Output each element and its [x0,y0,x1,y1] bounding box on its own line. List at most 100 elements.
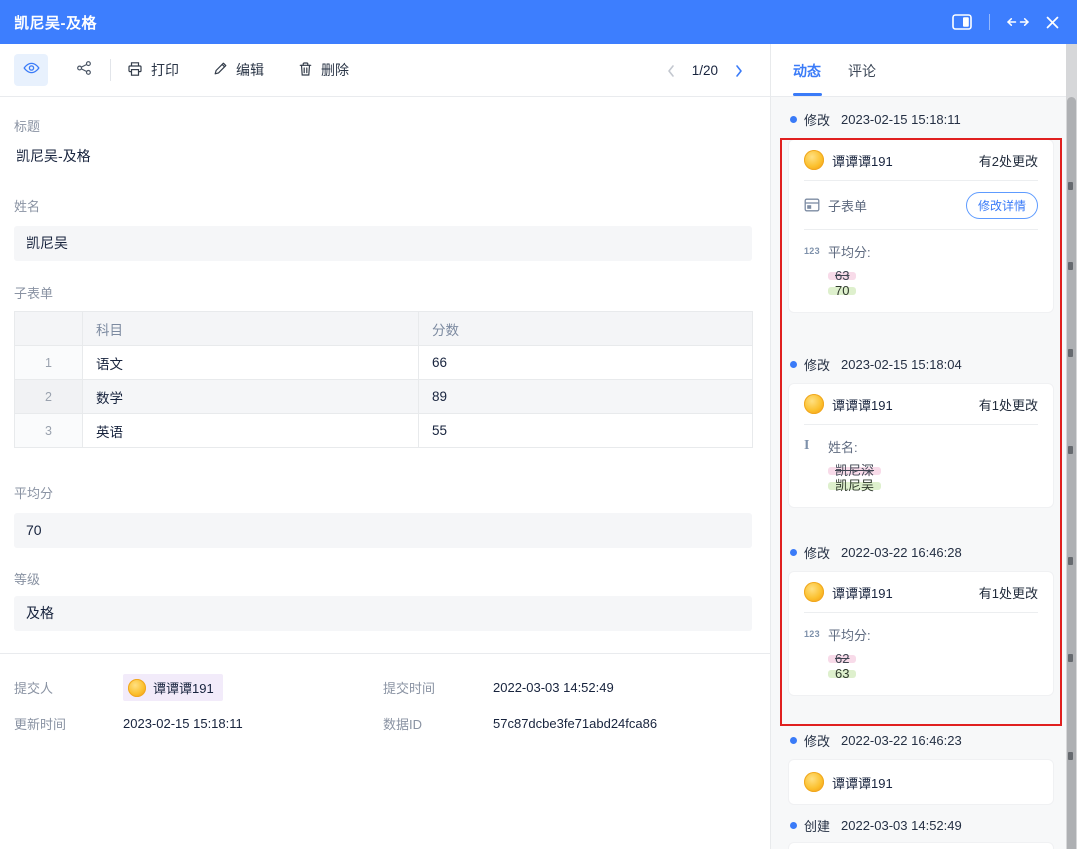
timeline-card: 谭谭谭191 有1处更改 I 姓名: 凯尼深 凯尼吴 [788,383,1054,508]
submit-time-label: 提交时间 [383,678,493,697]
subject-cell: 数学 [83,380,419,414]
next-record-chevron-icon[interactable] [734,64,744,78]
eye-icon [23,60,40,81]
row-index: 2 [15,380,83,414]
avatar [128,679,146,697]
tab-activity[interactable]: 动态 [793,61,821,81]
record-meta: 提交人 谭谭谭191 提交时间 2022-03-03 14:52:49 更新时间… [14,654,752,733]
timeline-action: 创建 [804,816,830,835]
clipped-edge-fragment [1068,557,1073,565]
score-cell: 55 [419,414,753,448]
title-field-label: 标题 [14,116,752,135]
record-toolbar: 打印 编辑 删除 1/20 [0,44,770,97]
share-button[interactable] [76,60,92,81]
preview-button[interactable] [14,54,48,86]
changed-field-name: 姓名: [828,437,1038,456]
name-field-label: 姓名 [14,196,752,215]
active-tab-underline [793,93,822,96]
avatar [804,772,824,792]
edit-label: 编辑 [236,60,264,80]
timeline-dot [790,737,797,744]
print-button[interactable]: 打印 [127,60,179,80]
clipped-edge-fragment [1068,262,1073,270]
toggle-side-panel-icon[interactable] [952,14,972,30]
timeline-item: 修改 2022-03-22 16:46:23 [771,731,1066,749]
pencil-icon [213,61,228,79]
subform-score-header: 分数 [419,312,753,346]
record-pager: 1/20 [666,44,744,97]
edit-button[interactable]: 编辑 [213,60,264,80]
activity-user: 谭谭谭191 [832,151,979,170]
timeline-time: 2023-02-15 15:18:04 [841,357,962,372]
change-detail-button[interactable]: 修改详情 [966,192,1038,219]
clipped-edge-fragment [1068,349,1073,357]
clipped-edge-fragment [1068,654,1073,662]
activity-panel-header: 动态 评论 [771,44,1066,97]
timeline-card: 谭谭谭191 有1处更改 123 平均分: 62 63 [788,571,1054,696]
subform-index-header [15,312,83,346]
timeline-card: 谭谭谭191 [788,759,1054,805]
close-icon[interactable] [1046,16,1059,29]
grade-field-value: 及格 [14,596,752,631]
trash-icon [298,61,313,80]
tab-comments[interactable]: 评论 [848,61,876,81]
timeline-time: 2022-03-22 16:46:28 [841,545,962,560]
title-bar: 凯尼吴-及格 [0,0,1077,44]
subject-cell: 英语 [83,414,419,448]
timeline-item: 修改 2023-02-15 15:18:04 [771,355,1066,373]
timeline-dot [790,549,797,556]
timeline-time: 2023-02-15 15:18:11 [841,112,961,127]
number-field-icon: 123 [804,629,828,639]
clipped-edge-fragment [1068,446,1073,454]
timeline-dot [790,822,797,829]
subform-header-row: 科目 分数 [15,312,753,346]
new-value-chip: 70 [828,287,856,295]
delete-button[interactable]: 删除 [298,60,349,80]
row-index: 3 [15,414,83,448]
table-row: 1 语文 66 [15,346,753,380]
timeline-item: 修改 2022-03-22 16:46:28 [771,543,1066,561]
score-cell: 89 [419,380,753,414]
timeline-item: 创建 2022-03-03 14:52:49 [771,816,1066,834]
row-index: 1 [15,346,83,380]
data-id-value: 57c87dcbe3fe71abd24fca86 [493,716,752,731]
toolbar-divider [110,59,111,81]
record-detail-pane: 打印 编辑 删除 1/20 [0,44,771,849]
activity-user: 谭谭谭191 [832,773,1038,792]
update-time-label: 更新时间 [14,714,123,733]
subject-cell: 语文 [83,346,419,380]
grade-field-label: 等级 [14,569,752,588]
subform-field-label: 子表单 [14,283,752,302]
timeline-dot [790,116,797,123]
clipped-edge-fragment [1068,752,1073,760]
activity-user: 谭谭谭191 [832,583,979,602]
timeline-dot [790,361,797,368]
window-scrollbar-track [1066,44,1077,849]
titlebar-divider [989,14,990,30]
window-scrollbar-thumb[interactable] [1067,97,1076,849]
avatar [804,394,824,414]
delete-label: 删除 [321,60,349,80]
timeline-item: 修改 2023-02-15 15:18:11 [771,110,1066,128]
old-value-chip: 62 [828,655,856,663]
subform-table: 科目 分数 1 语文 66 2 数学 89 3 英语 55 [14,311,753,448]
new-value-chip: 凯尼吴 [828,482,881,490]
timeline-action: 修改 [804,731,830,750]
prev-record-chevron-icon[interactable] [666,64,676,78]
record-detail-window: 凯尼吴-及格 [0,0,1077,849]
old-value-chip: 凯尼深 [828,467,881,475]
score-cell: 66 [419,346,753,380]
expand-fullscreen-icon[interactable] [1007,16,1029,28]
page-indicator: 1/20 [692,63,718,78]
form-fields: 标题 凯尼吴-及格 姓名 凯尼吴 子表单 科目 分数 1 语文 66 2 数学 [0,97,770,733]
changed-field-name: 平均分: [828,242,1038,261]
subform-icon [804,198,828,212]
timeline-time: 2022-03-03 14:52:49 [841,818,962,833]
activity-user: 谭谭谭191 [832,395,979,414]
new-value-chip: 63 [828,670,856,678]
timeline-time: 2022-03-22 16:46:23 [841,733,962,748]
avatar [804,150,824,170]
share-icon [76,60,92,81]
printer-icon [127,61,143,80]
average-field-value: 70 [14,513,752,548]
